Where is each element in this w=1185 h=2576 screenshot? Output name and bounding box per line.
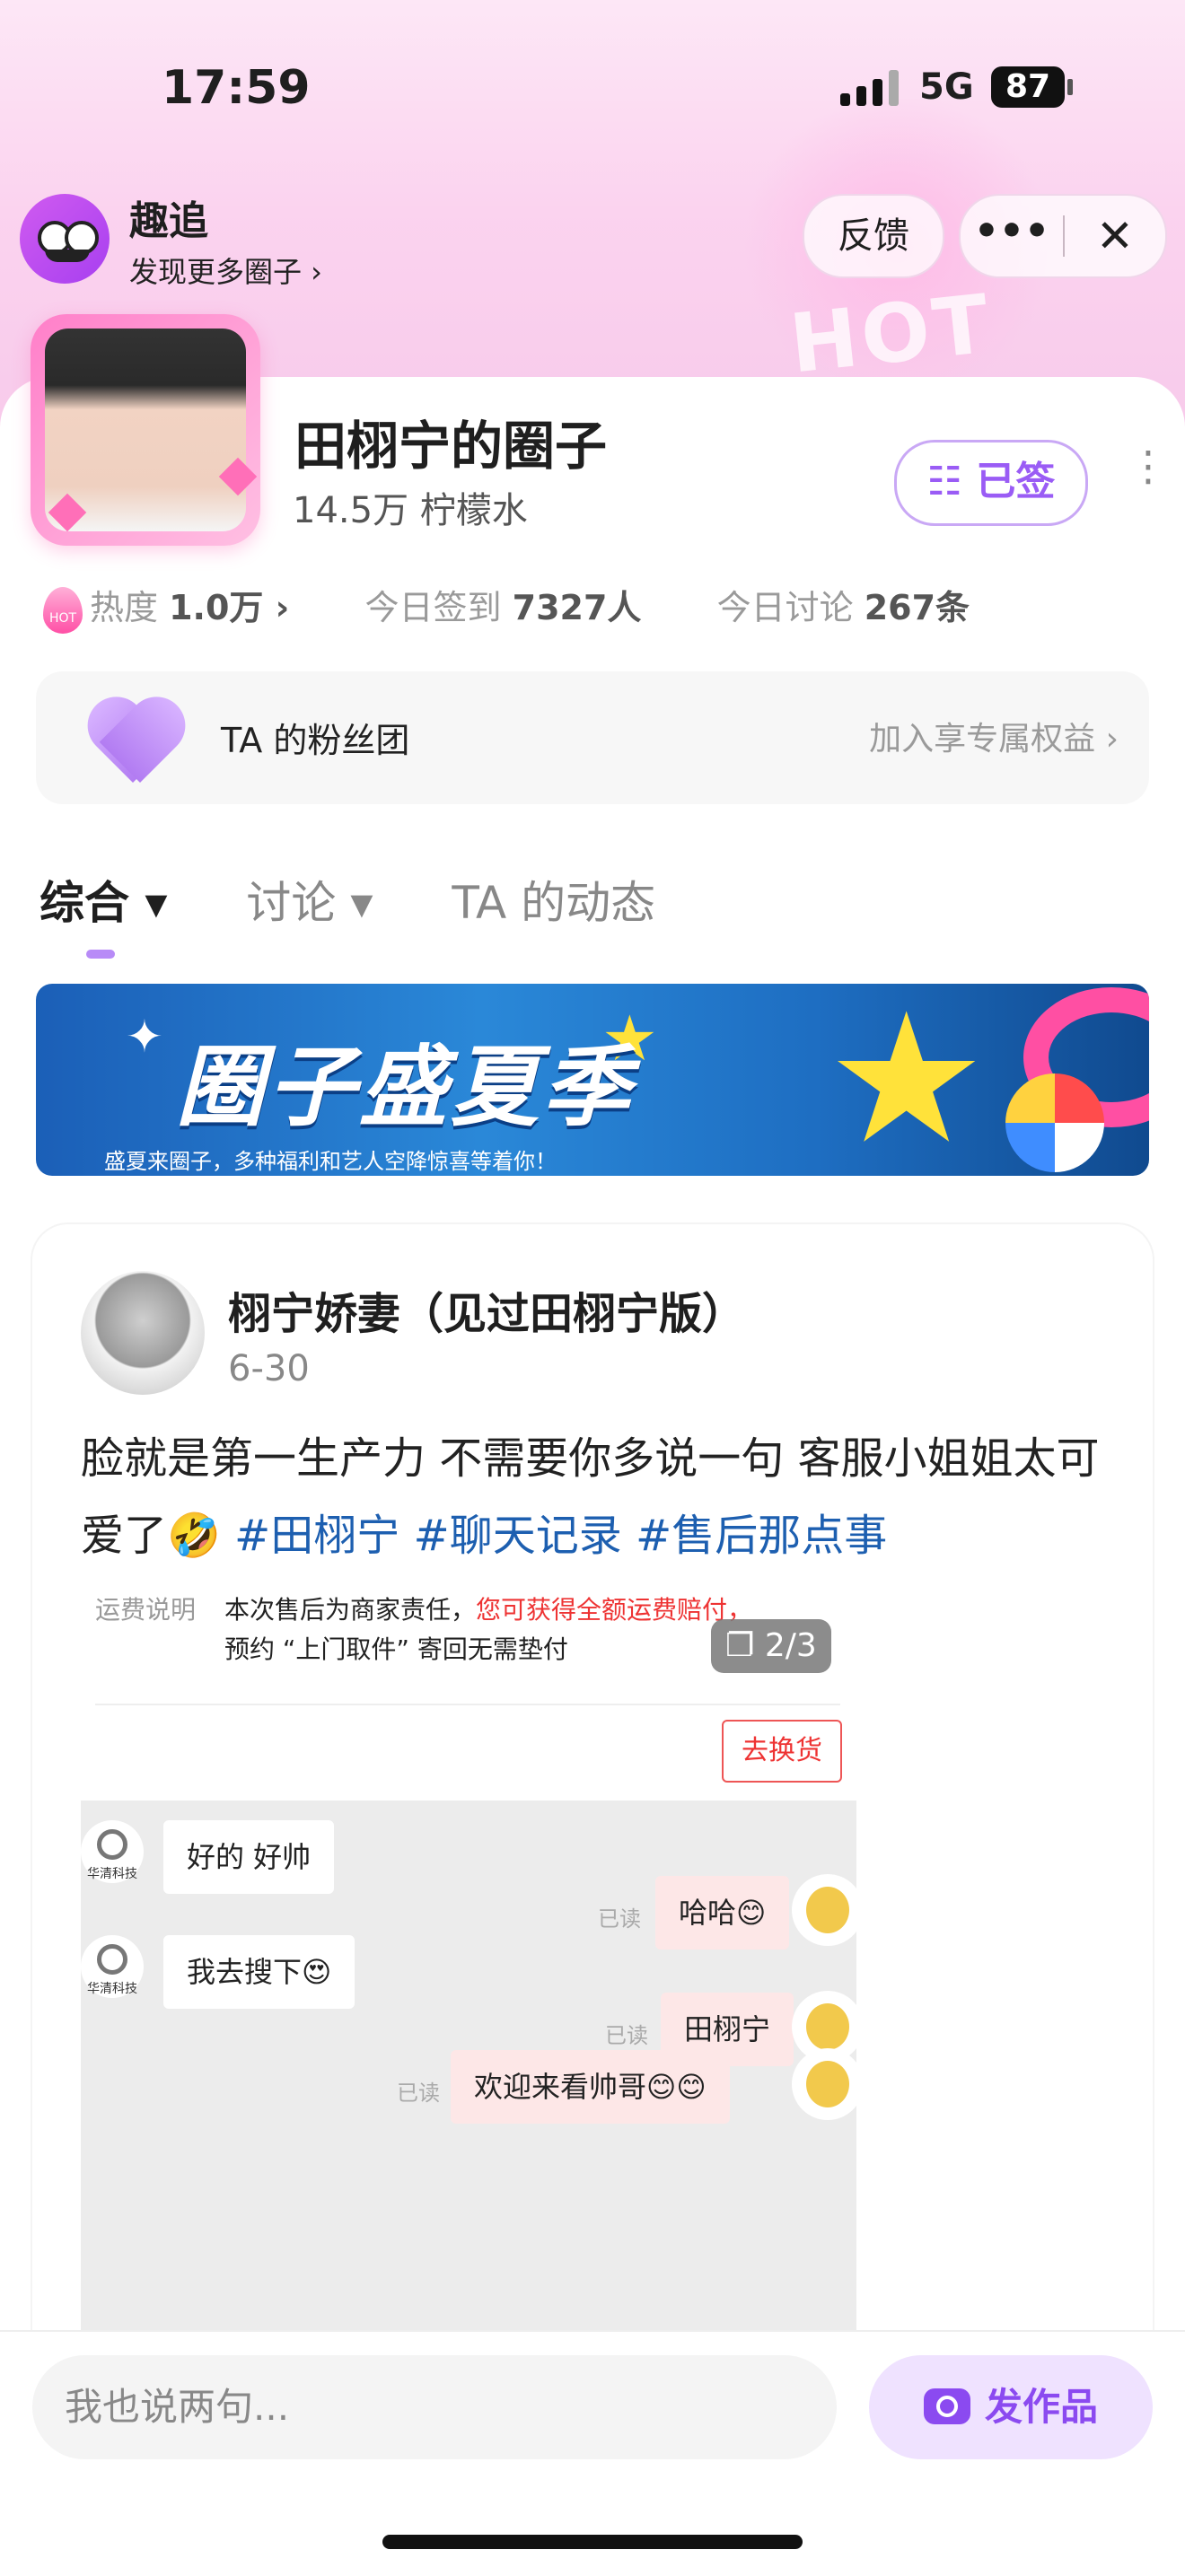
fanclub-label: TA 的粉丝团 [221, 721, 410, 760]
banner-subtitle: 盛夏来圈子，多种福利和艺人空降惊喜等着你！ [104, 1149, 557, 1174]
circle-menu-icon[interactable]: ⋮ [1128, 445, 1169, 486]
signal-icon [840, 70, 900, 106]
post-date: 6-30 [228, 1348, 310, 1389]
banner-title: 圈子盛夏季 [176, 1037, 635, 1139]
divider [95, 1704, 840, 1705]
read-label: 已读 [598, 1906, 641, 1932]
close-icon[interactable]: ✕ [1065, 196, 1165, 276]
checkin-value: 7327人 [512, 588, 642, 627]
fanclub-join-link[interactable]: 加入享专属权益 › [869, 713, 1119, 759]
publish-button[interactable]: 发作品 [869, 2355, 1153, 2459]
fee-label: 运费说明 [95, 1595, 197, 1625]
chat-bubble: 哈哈😊 [655, 1876, 790, 1950]
shop-avatar: 华清科技 [81, 1935, 144, 1998]
author-avatar[interactable] [81, 1271, 205, 1395]
fee-text: 本次售后为商家责任，您可获得全额运费赔付， 预约 “上门取件” 寄回无需垫付 [224, 1590, 752, 1669]
feedback-button[interactable]: 反馈 [803, 194, 944, 278]
discuss-value: 267条 [864, 588, 970, 627]
fee-text-1: 本次售后为商家责任， [224, 1595, 477, 1625]
tab-indicator [86, 950, 115, 959]
camera-icon [923, 2388, 970, 2424]
heat-value[interactable]: 1.0万 › [169, 588, 289, 627]
tab-updates[interactable]: TA 的动态 [452, 867, 655, 932]
miniapp-capsule: ••• ✕ [959, 194, 1167, 278]
hashtag[interactable]: #售后那点事 [636, 1511, 887, 1561]
battery-icon: 87 [991, 66, 1073, 108]
more-icon[interactable]: ••• [961, 196, 1063, 276]
app-logo-icon[interactable] [20, 194, 110, 284]
checkin-label: 今日签到 [364, 588, 502, 627]
hashtag[interactable]: #聊天记录 [414, 1511, 622, 1561]
hashtag[interactable]: #田栩宁 [234, 1511, 399, 1561]
exchange-button: 去换货 [722, 1720, 842, 1783]
star-wand-icon: ★ [826, 984, 988, 1176]
beach-ball-icon [1005, 1073, 1104, 1172]
tab-discussion[interactable]: 讨论 ▾ [246, 867, 373, 932]
network-label: 5G [919, 66, 974, 108]
fee-text-red: 您可获得全额运费赔付， [476, 1595, 753, 1625]
circle-avatar-frame[interactable] [31, 314, 260, 546]
chat-bubble: 我去搜下😍 [163, 1935, 356, 2009]
tab-overview[interactable]: 综合 ▾ [40, 867, 168, 932]
discuss-label: 今日讨论 [716, 588, 854, 627]
chat-bubble: 欢迎来看帅哥😊😊 [451, 2050, 730, 2124]
author-name[interactable]: 栩宁娇妻（见过田栩宁版） [228, 1278, 745, 1341]
user-avatar [792, 2048, 856, 2120]
fanclub-row[interactable]: TA 的粉丝团 加入享专属权益 › [36, 671, 1149, 804]
app-name[interactable]: 趣追 [129, 188, 208, 246]
status-time: 17:59 [162, 61, 311, 115]
read-label: 已读 [397, 2081, 440, 2106]
discover-more-link[interactable]: 发现更多圈子 › [129, 250, 322, 291]
circle-stats: HOT 热度 1.0万 › 今日签到 7327人 今日讨论 267条 [43, 580, 970, 634]
image-counter: ❐ 2/3 [711, 1619, 831, 1673]
circle-title: 田栩宁的圈子 [294, 416, 608, 477]
post-text: 脸就是第一生产力 不需要你多说一句 客服小姐姐太可爱了🤣 #田栩宁 #聊天记录 … [81, 1420, 1113, 1574]
circle-avatar [45, 329, 258, 532]
summer-banner[interactable]: ✦ ★ ★ 圈子盛夏季 盛夏来圈子，多种福利和艺人空降惊喜等着你！ [36, 984, 1149, 1176]
heat-icon: HOT [43, 586, 83, 634]
heat-label[interactable]: 热度 [90, 588, 158, 627]
chat-bubble: 好的 好帅 [163, 1820, 335, 1894]
user-avatar [792, 1874, 856, 1946]
tab-bar: 综合 ▾ 讨论 ▾ TA 的动态 [40, 867, 720, 932]
signed-button[interactable]: ☷ 已签 [894, 440, 1088, 526]
shop-avatar: 华清科技 [81, 1820, 144, 1883]
read-label: 已读 [605, 2023, 648, 2048]
heart-icon [83, 702, 190, 781]
publish-label: 发作品 [984, 2385, 1098, 2429]
fee-text-2: 预约 “上门取件” 寄回无需垫付 [224, 1634, 568, 1664]
home-indicator[interactable] [382, 2535, 803, 2549]
post-card[interactable]: 栩宁娇妻（见过田栩宁版） 6-30 脸就是第一生产力 不需要你多说一句 客服小姐… [32, 1224, 1153, 2481]
comment-input[interactable]: 我也说两句... [32, 2355, 837, 2459]
member-count: 14.5万 柠檬水 [293, 490, 528, 531]
star-icon: ✦ [126, 1011, 163, 1063]
